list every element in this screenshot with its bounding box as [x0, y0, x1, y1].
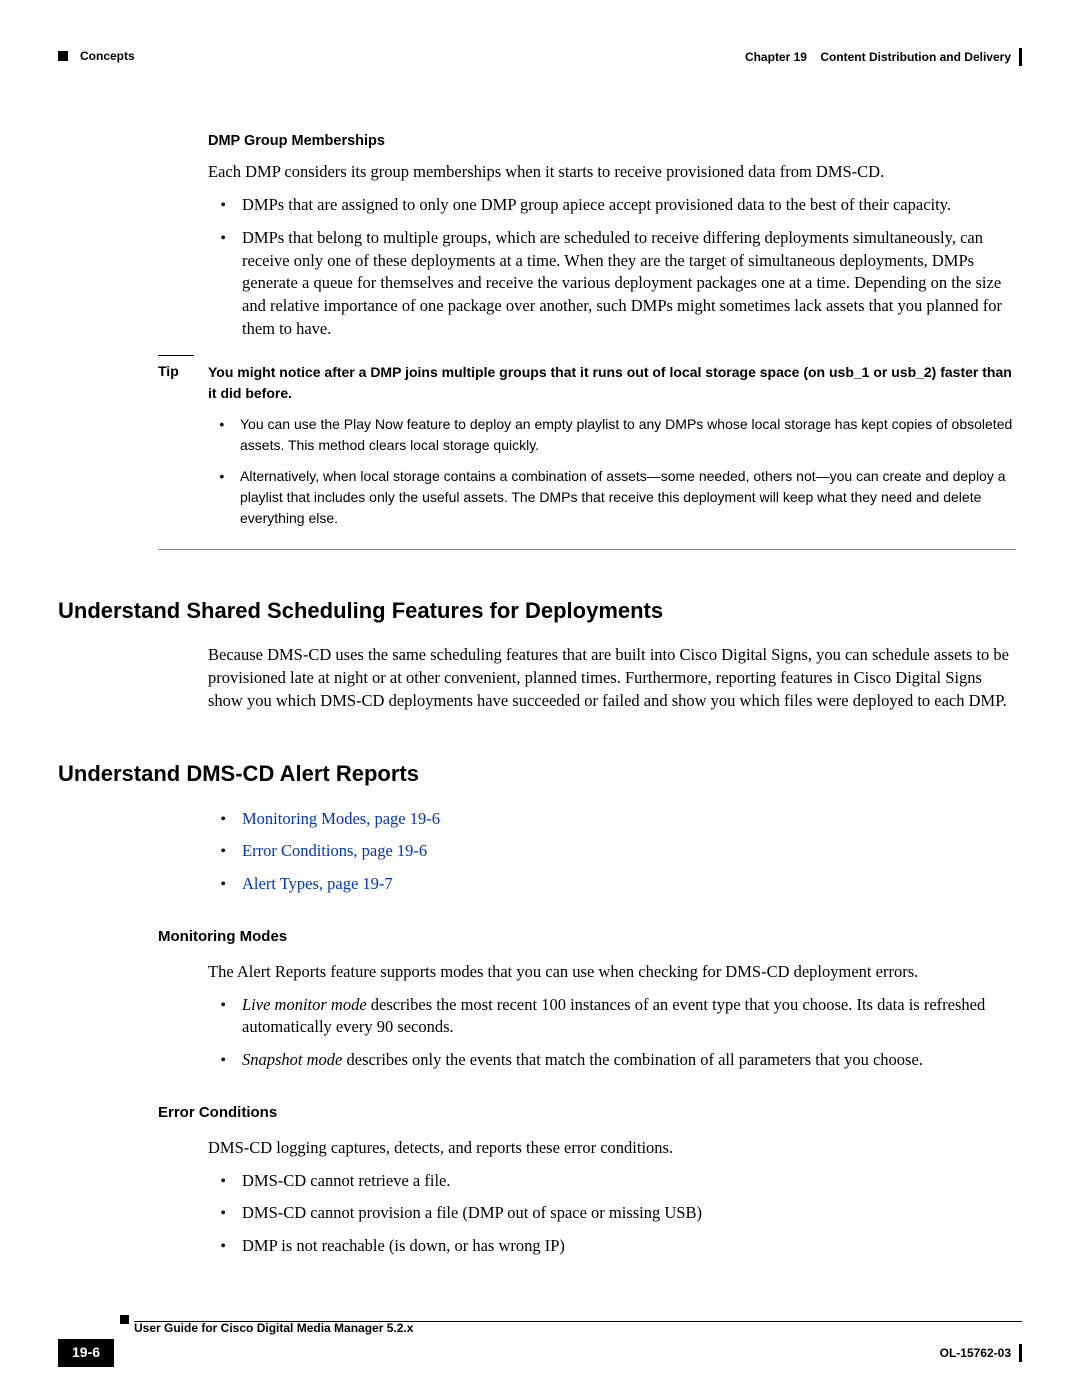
list-item: DMS-CD cannot provision a file (DMP out … [238, 1202, 1016, 1225]
errors-bullets: DMS-CD cannot retrieve a file. DMS-CD ca… [208, 1170, 1016, 1258]
list-item: DMPs that belong to multiple groups, whi… [238, 227, 1016, 341]
modes-bullets: Live monitor mode describes the most rec… [208, 994, 1016, 1072]
tip-block: Tip You might notice after a DMP joins m… [58, 355, 1022, 550]
list-item: DMS-CD cannot retrieve a file. [238, 1170, 1016, 1193]
footer-guide: User Guide for Cisco Digital Media Manag… [134, 1320, 1022, 1337]
list-item: DMP is not reachable (is down, or has wr… [238, 1235, 1016, 1258]
link-error-conditions[interactable]: Error Conditions, page 19-6 [242, 841, 427, 860]
dmp-intro: Each DMP considers its group memberships… [208, 161, 1016, 184]
page-header: Concepts Chapter 19 Content Distribution… [58, 48, 1022, 66]
list-item: Error Conditions, page 19-6 [238, 840, 1016, 863]
header-marker-icon [58, 51, 68, 61]
alerts-heading: Understand DMS-CD Alert Reports [58, 759, 1016, 790]
header-title: Content Distribution and Delivery [820, 50, 1011, 64]
footer-marker-icon [120, 1315, 129, 1324]
list-item: Snapshot mode describes only the events … [238, 1049, 1016, 1072]
error-conditions-heading: Error Conditions [158, 1102, 1016, 1123]
scheduling-heading: Understand Shared Scheduling Features fo… [58, 596, 1016, 627]
dmp-bullets: DMPs that are assigned to only one DMP g… [208, 194, 1016, 341]
list-item: Monitoring Modes, page 19-6 [238, 808, 1016, 831]
errors-intro: DMS-CD logging captures, detects, and re… [208, 1137, 1016, 1160]
list-item: Live monitor mode describes the most rec… [238, 994, 1016, 1040]
header-chapter: Chapter 19 [745, 50, 807, 64]
page-number: 19-6 [58, 1339, 114, 1367]
link-alert-types[interactable]: Alert Types, page 19-7 [242, 874, 393, 893]
list-item: DMPs that are assigned to only one DMP g… [238, 194, 1016, 217]
monitoring-modes-heading: Monitoring Modes [158, 926, 1016, 947]
header-divider-icon [1019, 48, 1022, 66]
list-item: You can use the Play Now feature to depl… [236, 414, 1016, 456]
page-footer: User Guide for Cisco Digital Media Manag… [58, 1321, 1022, 1367]
list-item: Alert Types, page 19-7 [238, 873, 1016, 896]
footer-doc-id: OL-15762-03 [940, 1345, 1011, 1362]
modes-intro: The Alert Reports feature supports modes… [208, 961, 1016, 984]
list-item: Alternatively, when local storage contai… [236, 466, 1016, 529]
tip-lead: You might notice after a DMP joins multi… [208, 362, 1016, 404]
alerts-links: Monitoring Modes, page 19-6 Error Condit… [208, 808, 1016, 896]
tip-label: Tip [158, 362, 208, 382]
dmp-heading: DMP Group Memberships [208, 131, 1016, 151]
footer-divider-icon [1019, 1344, 1022, 1362]
link-monitoring-modes[interactable]: Monitoring Modes, page 19-6 [242, 809, 440, 828]
header-section: Concepts [80, 48, 135, 65]
scheduling-para: Because DMS-CD uses the same scheduling … [208, 644, 1016, 712]
